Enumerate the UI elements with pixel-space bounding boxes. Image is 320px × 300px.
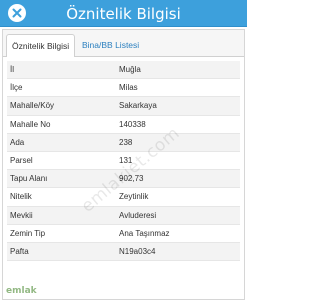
attribute-value: Milas bbox=[119, 83, 138, 93]
tab-attribute-info[interactable]: Öznitelik Bilgisi bbox=[6, 34, 76, 58]
table-row: Mevkii Avluderesi bbox=[7, 206, 240, 225]
table-row: Ada 238 bbox=[7, 133, 240, 152]
attribute-table: İl Muğla İlçe Milas Mahalle/Köy Sakarkay… bbox=[3, 57, 244, 299]
logo: emlak bbox=[6, 286, 37, 296]
attribute-key: Zemin Tip bbox=[10, 228, 46, 238]
attribute-key: İl bbox=[10, 65, 14, 75]
attribute-value: Muğla bbox=[119, 65, 141, 75]
table-row: İlçe Milas bbox=[7, 79, 240, 98]
table-row: Mahalle/Köy Sakarkaya bbox=[7, 97, 240, 116]
attribute-key: Mahalle No bbox=[10, 119, 51, 129]
attribute-panel: Öznitelik Bilgisi Bina/BB Listesi İl Muğ… bbox=[2, 29, 245, 300]
attribute-key: Mevkii bbox=[10, 210, 33, 220]
attribute-key: Tapu Alanı bbox=[10, 174, 48, 184]
attribute-key: Pafta bbox=[10, 246, 29, 256]
attribute-value: Avluderesi bbox=[119, 210, 157, 220]
table-row: Parsel 131 bbox=[7, 151, 240, 171]
table-row: İl Muğla bbox=[7, 61, 240, 80]
attribute-key: Mahalle/Köy bbox=[10, 101, 55, 111]
table-row: Zemin Tip Ana Taşınmaz bbox=[7, 224, 240, 243]
title-bar: Öznitelik Bilgisi bbox=[0, 0, 247, 27]
attribute-value: 902,73 bbox=[119, 174, 144, 184]
attribute-value: Ana Taşınmaz bbox=[119, 228, 170, 238]
table-row: Pafta N19a03c4 bbox=[7, 242, 240, 262]
attribute-key: Nitelik bbox=[10, 192, 32, 202]
tab-building-list[interactable]: Bina/BB Listesi bbox=[77, 34, 144, 58]
table-row: Mahalle No 140338 bbox=[7, 115, 240, 134]
table-row: Nitelik Zeytinlik bbox=[7, 188, 240, 207]
window-title: Öznitelik Bilgisi bbox=[66, 5, 181, 23]
attribute-value: N19a03c4 bbox=[119, 246, 156, 256]
attribute-key: İlçe bbox=[10, 83, 23, 93]
attribute-value: 140338 bbox=[119, 119, 146, 129]
attribute-key: Ada bbox=[10, 137, 25, 147]
attribute-value: Sakarkaya bbox=[119, 101, 157, 111]
attribute-value: 238 bbox=[119, 137, 133, 147]
attribute-value: Zeytinlik bbox=[119, 192, 149, 202]
table-row: Tapu Alanı 902,73 bbox=[7, 170, 240, 189]
attribute-value: 131 bbox=[119, 156, 133, 166]
tab-bar: Öznitelik Bilgisi Bina/BB Listesi bbox=[3, 30, 244, 58]
attribute-key: Parsel bbox=[10, 156, 33, 166]
